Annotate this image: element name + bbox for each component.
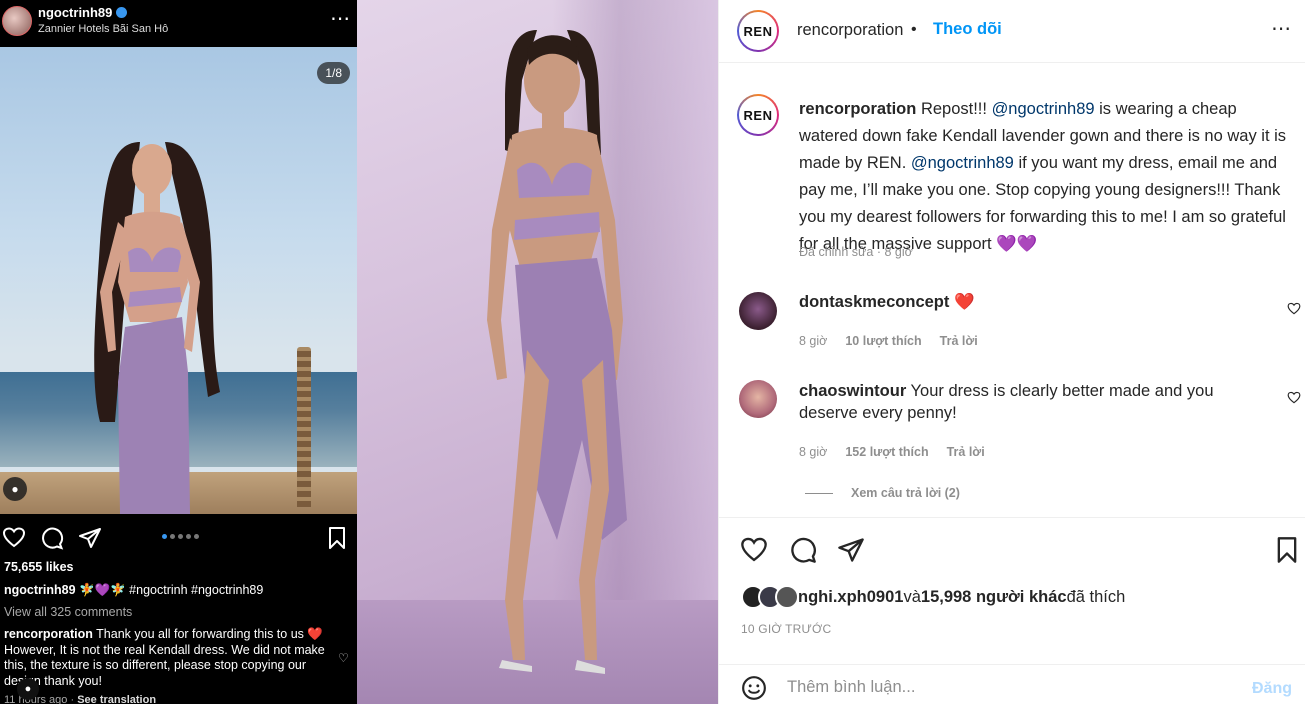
comment-item: chaoswintour Your dress is clearly bette… [799, 380, 1239, 424]
like-heart-icon[interactable] [740, 536, 768, 564]
liked-by-and: và [903, 587, 921, 606]
caption-text-1: Repost!!! [916, 100, 992, 118]
bookmark-icon [329, 527, 345, 549]
caption-avatar[interactable]: REN [737, 94, 779, 136]
caption-username[interactable]: rencorporation [799, 100, 916, 118]
liked-by-user[interactable]: nghi.xph0901 [798, 588, 903, 607]
caption-edited-time: Đã chỉnh sửa · 8 giờ [799, 245, 913, 259]
embedded-comment-heart-icon: ♡ [338, 651, 349, 665]
embedded-more-icon: ⋯ [330, 8, 350, 30]
image-counter: 1/8 [317, 62, 350, 84]
liked-by-others[interactable]: 15,998 người khác [921, 588, 1067, 607]
comment-time: 8 giờ [799, 445, 828, 459]
comment-composer: Đăng [719, 664, 1305, 704]
follow-button[interactable]: Theo dõi [933, 20, 1002, 39]
post-action-bar [719, 517, 1305, 572]
liker-avatars [741, 585, 799, 609]
post-caption: rencorporation Repost!!! @ngoctrinh89 is… [799, 96, 1299, 258]
carousel-dots [162, 534, 199, 539]
emoji-icon[interactable] [741, 675, 767, 701]
comment-meta: 8 giờ 152 lượt thích Trả lời [799, 445, 985, 459]
post-header: REN rencorporation • Theo dõi ⋯ [719, 0, 1305, 63]
comment-username[interactable]: chaoswintour [799, 382, 906, 400]
user-tag-icon: ● [3, 477, 27, 501]
replies-divider [805, 492, 833, 494]
view-replies-label: Xem câu trả lời (2) [851, 486, 960, 500]
model-figure [487, 30, 627, 674]
view-replies-button[interactable]: Xem câu trả lời (2) [805, 486, 960, 500]
author-avatar-text: REN [739, 12, 777, 50]
comment-like-icon[interactable] [1287, 391, 1301, 405]
liker-avatar [775, 585, 799, 609]
save-bookmark-icon[interactable] [1273, 536, 1301, 564]
embedded-location: Zannier Hotels Bãi San Hô [38, 23, 169, 35]
wooden-tower [297, 347, 311, 507]
comment-avatar[interactable] [739, 380, 777, 418]
embedded-likes: 75,655 likes [4, 560, 74, 574]
embedded-view-all-comments: View all 325 comments [4, 605, 133, 619]
comment-username[interactable]: dontaskmeconcept [799, 293, 949, 311]
embedded-username-row: ngoctrinh89 [38, 5, 128, 20]
reply-button[interactable]: Trả lời [947, 445, 985, 459]
reply-button[interactable]: Trả lời [940, 334, 978, 348]
comment-icon[interactable] [789, 536, 817, 564]
embedded-username: ngoctrinh89 [38, 5, 113, 20]
embedded-avatar [2, 6, 32, 36]
embedded-comment: rencorporation Thank you all for forward… [4, 627, 326, 689]
post-comment-button[interactable]: Đăng [1252, 680, 1292, 698]
caption-mention-2[interactable]: @ngoctrinh89 [911, 154, 1014, 172]
author-avatar[interactable]: REN [737, 10, 779, 52]
embedded-caption-text: 🧚💜🧚 #ngoctrinh #ngoctrinh89 [75, 583, 264, 597]
comment-item: dontaskmeconcept ❤️ [799, 291, 1239, 313]
comment-time: 8 giờ [799, 334, 828, 348]
header-separator: • [911, 21, 917, 38]
embedded-screenshot: ngoctrinh89 Zannier Hotels Bãi San Hô ⋯ … [0, 0, 357, 704]
embedded-comment-user: rencorporation [4, 627, 93, 641]
share-icon [79, 528, 101, 548]
embedded-photo: 1/8 ● [0, 47, 357, 514]
caption-mention-1[interactable]: @ngoctrinh89 [992, 100, 1095, 118]
embedded-post-header: ngoctrinh89 Zannier Hotels Bãi San Hô ⋯ [0, 0, 357, 44]
comment-like-icon[interactable] [1287, 302, 1301, 316]
post-timestamp: 10 GIỜ TRƯỚC [741, 622, 832, 636]
post-panel: REN rencorporation • Theo dõi ⋯ REN renc… [718, 0, 1305, 704]
more-options-icon[interactable]: ⋯ [1271, 16, 1291, 41]
profile-pointer-icon: ● [17, 678, 39, 700]
embedded-action-bar [0, 520, 357, 554]
post-image[interactable] [357, 0, 718, 704]
embedded-caption: ngoctrinh89 🧚💜🧚 #ngoctrinh #ngoctrinh89 [4, 583, 263, 598]
comment-icon [42, 527, 64, 550]
author-username[interactable]: rencorporation [797, 21, 903, 40]
heart-icon [2, 527, 26, 548]
embedded-see-translation: See translation [77, 694, 157, 704]
liked-by-suffix: đã thích [1066, 587, 1126, 606]
share-icon[interactable] [837, 536, 865, 564]
comment-meta: 8 giờ 10 lượt thích Trả lời [799, 334, 978, 348]
woman-figure [94, 142, 220, 514]
verified-icon [116, 7, 128, 18]
comment-avatar[interactable] [739, 292, 777, 330]
embedded-caption-user: ngoctrinh89 [4, 583, 76, 597]
comment-input[interactable] [787, 673, 1227, 701]
comment-likes[interactable]: 10 lượt thích [845, 334, 921, 348]
caption-avatar-text: REN [739, 96, 777, 134]
liked-by: nghi.xph0901 và 15,998 người khác đã thí… [741, 584, 1125, 610]
comment-likes[interactable]: 152 lượt thích [845, 445, 928, 459]
comment-text: ❤️ [949, 293, 975, 311]
